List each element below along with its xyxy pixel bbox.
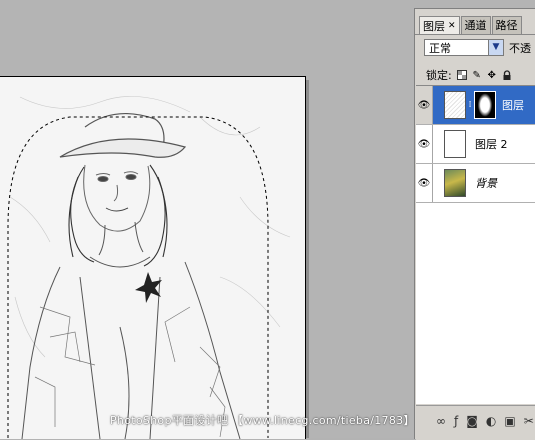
link-layers-icon[interactable]: ∞ [436,414,446,428]
mask-icon[interactable]: ◙ [466,414,478,428]
layer-name: 背景 [475,177,497,190]
fx-icon[interactable]: ƒ [454,414,458,428]
layer-mask-thumbnail[interactable] [474,91,496,119]
layer-row[interactable]: 👁 ⁞ 图层 [416,86,535,125]
eye-icon[interactable]: 👁 [416,86,433,124]
opacity-label: 不透 [509,41,531,55]
watermark-text: PhotoShop平面设计吧 【www.linecg.com/tieba/178… [110,414,415,427]
layer-thumbnail [444,169,466,197]
brush-icon[interactable]: ✎ [472,70,482,81]
blend-mode-value: 正常 [429,42,451,55]
move-icon[interactable]: ✥ [487,70,497,81]
tab-divider [415,34,535,35]
tab-label: 图层 [423,19,445,33]
layer-row[interactable]: 👁 背景 [416,164,535,203]
layer-thumbnail [444,130,466,158]
lock-icon[interactable] [502,69,512,80]
trash-icon[interactable]: ✂ [524,414,534,428]
close-icon[interactable]: ✕ [448,18,456,35]
footer-icons: ∞ ƒ ◙ ◐ ▣ ✂ [436,414,534,428]
layers-panel: 图层 ✕ 通道 路径 正常 ▼ 不透 锁定: ✎ ✥ 👁 ⁞ 图层 👁 图层 2… [414,8,535,440]
lock-transparent-icon[interactable] [456,70,467,80]
sketch-image [0,77,305,439]
lock-label: 锁定: [426,69,452,82]
chevron-down-icon[interactable]: ▼ [488,40,503,55]
canvas-workspace [0,0,414,439]
layers-list: 👁 ⁞ 图层 👁 图层 2 👁 背景 [416,85,535,404]
adjustment-icon[interactable]: ◐ [486,414,496,428]
layer-row[interactable]: 👁 图层 2 [416,125,535,164]
tab-paths[interactable]: 路径 [491,16,522,34]
panel-top-gap [414,0,535,8]
new-layer-icon[interactable]: ▣ [504,414,515,428]
panel-tabs: 图层 ✕ 通道 路径 [419,16,523,35]
layer-thumbnail [444,91,466,119]
tab-channels[interactable]: 通道 [460,16,491,34]
tab-layers[interactable]: 图层 ✕ [419,16,460,35]
blend-mode-select[interactable]: 正常 ▼ [424,39,504,56]
layer-name: 图层 2 [475,138,508,151]
eye-icon[interactable]: 👁 [416,164,433,202]
tab-label: 通道 [464,19,487,32]
tab-label: 路径 [495,19,518,32]
link-icon[interactable]: ⁞ [467,100,473,110]
panel-footer: ∞ ƒ ◙ ◐ ▣ ✂ [416,405,535,440]
blend-row: 正常 ▼ 不透 [424,39,531,56]
layer-name: 图层 [502,99,524,112]
lock-row: 锁定: ✎ ✥ [426,67,512,83]
eye-icon[interactable]: 👁 [416,125,433,163]
document-canvas[interactable] [0,76,306,439]
